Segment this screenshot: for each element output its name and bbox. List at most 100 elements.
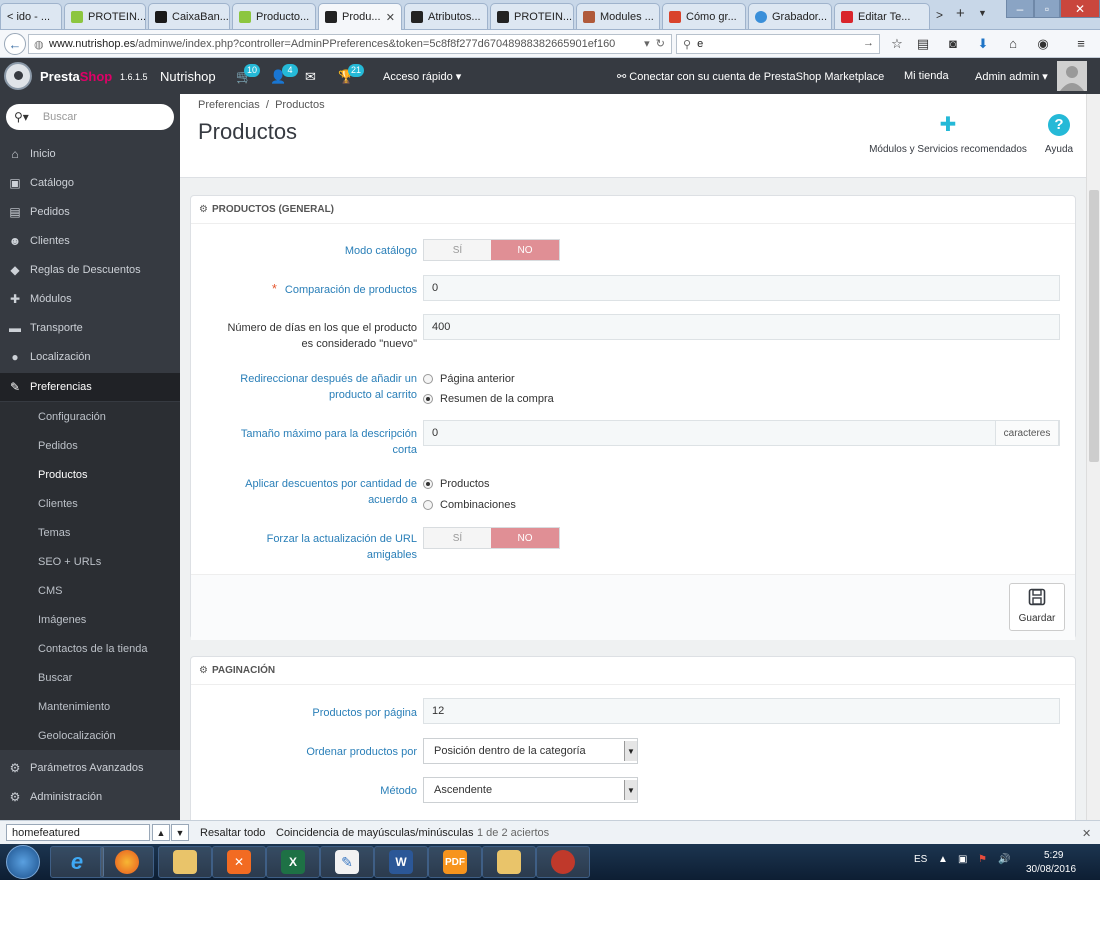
folder-icon[interactable] [482,846,536,878]
max-short-desc-input[interactable]: 0 caracteres [423,420,1060,446]
redirect-option-previous[interactable]: Página anterior [423,373,515,385]
submenu-item-productos[interactable]: Productos [0,460,180,489]
submenu-item-configuracion[interactable]: Configuración [0,402,180,431]
my-shop-link[interactable]: Mi tienda [904,70,949,82]
force-friendly-url-toggle[interactable]: SÍ NO [423,527,560,549]
admin-user-menu[interactable]: Admin admin ▾ [975,70,1048,83]
start-button-icon[interactable] [6,845,40,879]
marketplace-link[interactable]: ⚯ Conectar con su cuenta de PrestaShop M… [617,70,884,83]
discount-option-combinations[interactable]: Combinaciones [423,499,516,511]
bookmarks-list-icon[interactable]: ▤ [914,36,932,52]
firefox-icon[interactable] [100,846,154,878]
new-days-input[interactable]: 400 [423,314,1060,340]
word-icon[interactable]: W [374,846,428,878]
highlight-all-option[interactable]: Resaltar todo [200,827,265,839]
browser-tab[interactable]: PROTEIN... [490,3,574,29]
find-next-button[interactable]: ▼ [171,824,189,841]
maximize-window-button[interactable]: ▫ [1034,0,1060,18]
match-case-option[interactable]: Coincidencia de mayúsculas/minúsculas [276,827,473,839]
browser-tab[interactable]: CaixaBan... [148,3,230,29]
clock-date[interactable]: 30/08/2016 [1026,864,1076,875]
order-method-select[interactable]: Ascendente ▼ [423,777,638,803]
language-indicator[interactable]: ES [914,854,927,865]
close-window-button[interactable]: ✕ [1060,0,1100,18]
prestashop-logo-text[interactable]: PrestaShop [40,69,112,84]
submenu-item-buscar[interactable]: Buscar [0,663,180,692]
browser-tab-active[interactable]: Produ... ✕ [318,3,402,30]
save-button[interactable]: Guardar [1009,583,1065,631]
sidebar-item-preferencias[interactable]: ✎ Preferencias [0,373,180,401]
paint-icon[interactable]: ✎ [320,846,374,878]
action-center-flag-icon[interactable]: ⚑ [978,854,987,865]
avatar[interactable] [1057,61,1087,91]
browser-search-input[interactable]: ⚲ e → [676,34,880,54]
home-icon[interactable]: ⌂ [1004,36,1022,51]
minimize-window-button[interactable]: – [1006,0,1034,18]
browser-tab[interactable]: Atributos... [404,3,488,29]
radio-button[interactable] [423,374,433,384]
sidebar-item-administracion[interactable]: ⚙ Administración [0,783,180,811]
bookmark-star-icon[interactable]: ☆ [888,36,906,52]
tab-list-icon[interactable]: ▼ [978,8,987,18]
find-bar-close-icon[interactable]: ✕ [1082,827,1091,840]
toggle-no-option[interactable]: NO [491,240,559,260]
pdf-creator-icon[interactable]: PDF [428,846,482,878]
tab-scroll-right-icon[interactable]: > [936,8,943,22]
prestashop-logo-icon[interactable] [4,62,32,90]
dropdown-arrow-icon[interactable]: ▼ [624,741,637,761]
find-input[interactable]: homefeatured [6,824,150,841]
sidebar-item-reglas-descuentos[interactable]: ◆ Reglas de Descuentos [0,256,180,284]
tab-scroll-left-icon[interactable]: < [7,11,13,23]
browser-tab[interactable]: Grabador... [748,3,832,29]
reload-icon[interactable]: ▾ ↻ [644,37,665,50]
catalog-mode-toggle[interactable]: SÍ NO [423,239,560,261]
scrollbar-thumb[interactable] [1089,190,1099,462]
pocket-icon[interactable]: ◙ [944,36,962,51]
help-button[interactable]: ? Ayuda [1038,112,1080,155]
sidebar-item-transporte[interactable]: ▬ Transporte [0,314,180,342]
search-go-arrow-icon[interactable]: → [863,37,874,49]
sidebar-search-input[interactable]: ⚲▾ Buscar [6,104,174,130]
submenu-item-seo-urls[interactable]: SEO + URLs [0,547,180,576]
radio-button[interactable] [423,500,433,510]
radio-button-checked[interactable] [423,479,433,489]
submenu-item-geolocalizacion[interactable]: Geolocalización [0,721,180,750]
submenu-item-cms[interactable]: CMS [0,576,180,605]
sidebar-item-modulos[interactable]: ✚ Módulos [0,285,180,313]
browser-tab[interactable]: Editar Te... [834,3,930,29]
sidebar-item-localizacion[interactable]: ● Localización [0,343,180,371]
clock-time[interactable]: 5:29 [1044,850,1063,861]
order-by-select[interactable]: Posición dentro de la categoría ▼ [423,738,638,764]
redirect-option-summary[interactable]: Resumen de la compra [423,393,554,405]
envelope-icon[interactable]: ✉ [305,69,316,85]
browser-tab[interactable]: < ido - ... [0,3,62,29]
sidebar-item-clientes[interactable]: ☻ Clientes [0,227,180,255]
back-arrow-icon[interactable]: ← [4,33,26,55]
breadcrumb-preferencias[interactable]: Preferencias [198,99,260,111]
discount-option-products[interactable]: Productos [423,478,490,490]
compare-products-input[interactable]: 0 [423,275,1060,301]
browser-tab[interactable]: PROTEIN... [64,3,146,29]
chat-icon[interactable]: ◉ [1034,36,1052,52]
screen-recorder-icon[interactable] [536,846,590,878]
submenu-item-clientes[interactable]: Clientes [0,489,180,518]
excel-icon[interactable]: X [266,846,320,878]
browser-tab[interactable]: Modules ... [576,3,660,29]
search-icon[interactable]: ⚲▾ [14,110,29,124]
vertical-scrollbar[interactable] [1086,94,1100,820]
sidebar-item-parametros-avanzados[interactable]: ⚙ Parámetros Avanzados [0,754,180,782]
url-bar[interactable]: ◍ www.nutrishop.es/adminwe/index.php?con… [28,34,672,54]
submenu-item-temas[interactable]: Temas [0,518,180,547]
quick-access-menu[interactable]: Acceso rápido ▾ [383,70,461,83]
recommended-modules-button[interactable]: ✚ Módulos y Servicios recomendados [860,112,1036,155]
find-previous-button[interactable]: ▲ [152,824,170,841]
sidebar-item-catalogo[interactable]: ▣ Catálogo [0,169,180,197]
internet-explorer-icon[interactable]: e [50,846,104,878]
show-hidden-icons-icon[interactable]: ▲ [938,854,948,865]
volume-icon[interactable]: 🔊 [998,854,1010,865]
products-per-page-input[interactable]: 12 [423,698,1060,724]
browser-tab[interactable]: Cómo gr... [662,3,746,29]
toggle-yes-option[interactable]: SÍ [424,240,491,260]
new-tab-icon[interactable]: + [956,5,965,22]
dropdown-arrow-icon[interactable]: ▼ [624,780,637,800]
